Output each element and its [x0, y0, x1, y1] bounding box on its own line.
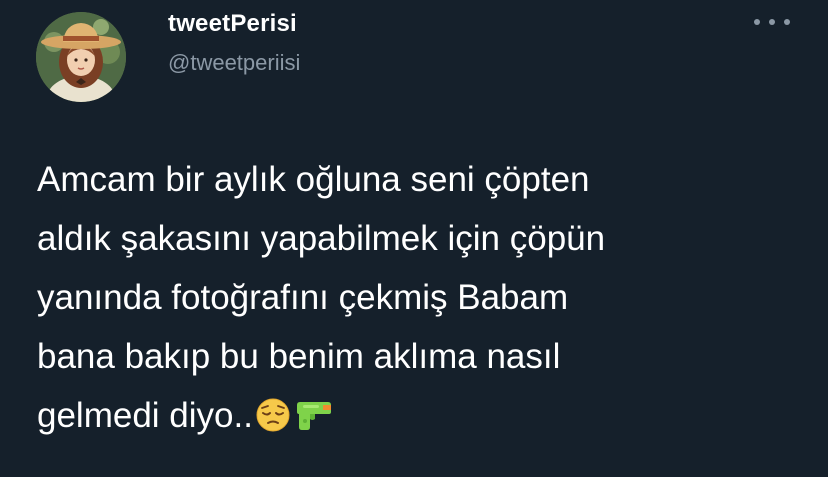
tweet-text-line-last: gelmedi diyo.. [37, 386, 797, 451]
avatar[interactable] [36, 12, 126, 102]
more-horizontal-icon-dot [784, 19, 790, 25]
tweet-text-line: yanında fotoğrafını çekmiş Babam [37, 278, 569, 317]
tweet-text-line: bana bakıp bu benim aklıma nasıl [37, 337, 561, 376]
tweet-card: tweetPerisi @tweetperiisi Amcam bir aylı… [0, 0, 828, 477]
avatar-illustration [36, 12, 126, 102]
tweet-text: Amcam bir aylık oğluna seni çöpten aldık… [37, 150, 797, 451]
tweet-text-line: gelmedi diyo.. [37, 396, 253, 435]
more-horizontal-icon [754, 19, 760, 25]
more-options-button[interactable] [754, 10, 790, 34]
tweet-text-line: Amcam bir aylık oğluna seni çöpten [37, 160, 590, 199]
display-name[interactable]: tweetPerisi [168, 10, 297, 38]
pensive-face-emoji-icon [255, 392, 291, 451]
user-handle[interactable]: @tweetperiisi [168, 50, 300, 76]
tweet-text-line: aldık şakasını yapabilmek için çöpün [37, 219, 606, 258]
more-horizontal-icon-dot [769, 19, 775, 25]
water-pistol-emoji-icon [293, 392, 333, 451]
